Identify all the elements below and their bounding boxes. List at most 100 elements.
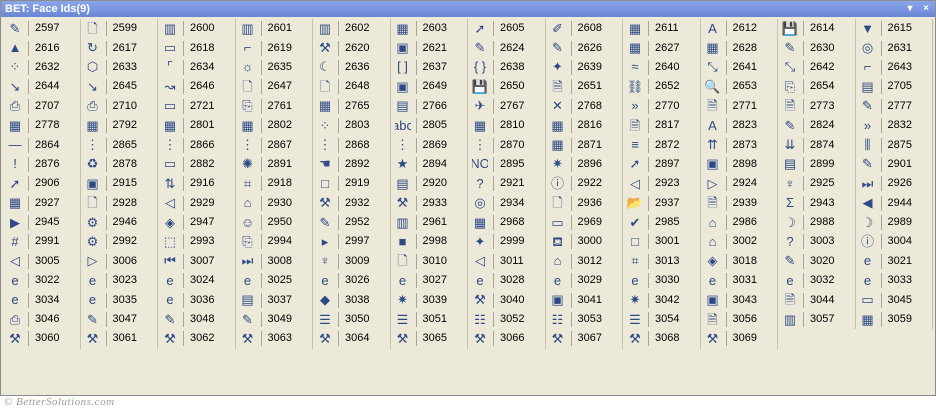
face-id-button[interactable]: ▥ (236, 19, 260, 38)
face-id-button[interactable]: 🗎 (701, 310, 725, 329)
face-id-button[interactable]: ⚒ (623, 329, 647, 348)
face-id-button[interactable]: ⓘ (546, 174, 570, 193)
face-id-button[interactable]: ⚒ (391, 194, 415, 213)
face-id-button[interactable]: □ (313, 174, 337, 193)
face-id-button[interactable]: # (3, 232, 27, 251)
face-id-button[interactable]: ⚒ (701, 329, 725, 348)
face-id-button[interactable]: ➚ (623, 155, 647, 174)
face-id-button[interactable]: ▦ (701, 39, 725, 58)
face-id-button[interactable]: ◈ (701, 252, 725, 271)
face-id-button[interactable]: ⌗ (623, 252, 647, 271)
face-id-button[interactable]: ✷ (546, 155, 570, 174)
face-id-button[interactable]: ☽ (856, 213, 880, 232)
face-id-button[interactable]: ≡ (623, 136, 647, 155)
face-id-button[interactable]: ▶ (3, 213, 27, 232)
face-id-button[interactable]: ☾ (313, 58, 337, 77)
title-bar[interactable]: BET: Face Ids(9) ▾ × (1, 1, 935, 17)
face-id-button[interactable]: ☷ (546, 310, 570, 329)
face-id-button[interactable]: ▦ (546, 136, 570, 155)
face-id-button[interactable]: ? (468, 174, 492, 193)
face-id-button[interactable]: ✎ (3, 19, 27, 38)
face-id-button[interactable]: ◀ (856, 194, 880, 213)
face-id-button[interactable]: ▭ (546, 213, 570, 232)
face-id-button[interactable]: ➚ (468, 19, 492, 38)
face-id-button[interactable]: ⌜ (158, 58, 182, 77)
face-id-button[interactable]: ▤ (856, 77, 880, 96)
face-id-button[interactable]: ⌂ (236, 194, 260, 213)
face-id-button[interactable]: ▣ (701, 155, 725, 174)
face-id-button[interactable]: A (701, 19, 725, 38)
face-id-button[interactable]: e (778, 271, 802, 290)
face-id-button[interactable]: [ ] (391, 58, 415, 77)
face-id-button[interactable]: ◁ (158, 194, 182, 213)
face-id-button[interactable]: 🔍 (701, 77, 725, 96)
face-id-button[interactable]: e (546, 271, 570, 290)
face-id-button[interactable]: ⎘ (236, 232, 260, 251)
menu-dropdown-icon[interactable]: ▾ (904, 1, 916, 17)
face-id-button[interactable]: ▭ (158, 97, 182, 116)
face-id-button[interactable]: e (236, 271, 260, 290)
face-id-button[interactable]: ⌂ (701, 232, 725, 251)
face-id-button[interactable]: ↻ (81, 39, 105, 58)
face-id-button[interactable]: ⬡ (81, 58, 105, 77)
face-id-button[interactable]: □ (623, 232, 647, 251)
face-id-button[interactable]: ⬚ (158, 232, 182, 251)
face-id-button[interactable]: e (3, 271, 27, 290)
face-id-button[interactable]: ⚒ (313, 194, 337, 213)
face-id-button[interactable]: ⋮ (158, 136, 182, 155)
face-id-button[interactable]: ⌂ (546, 252, 570, 271)
face-id-button[interactable]: ▦ (623, 19, 647, 38)
face-id-button[interactable]: ✎ (236, 310, 260, 329)
face-id-button[interactable]: ▼ (856, 19, 880, 38)
face-id-button[interactable]: ▥ (778, 310, 802, 329)
face-id-button[interactable]: ⏭ (236, 252, 260, 271)
face-id-button[interactable]: ⚒ (81, 329, 105, 348)
face-id-button[interactable]: ▷ (701, 174, 725, 193)
face-id-button[interactable]: ? (778, 232, 802, 251)
face-id-button[interactable]: ▤ (391, 97, 415, 116)
face-id-button[interactable]: ↝ (158, 77, 182, 96)
face-id-button[interactable]: ✔ (623, 213, 647, 232)
face-id-button[interactable]: ▲ (3, 39, 27, 58)
face-id-button[interactable]: ⎙ (81, 97, 105, 116)
face-id-button[interactable]: ☚ (313, 155, 337, 174)
face-id-button[interactable]: ⚒ (3, 329, 27, 348)
face-id-button[interactable]: ⤡ (701, 58, 725, 77)
face-id-button[interactable]: e (81, 271, 105, 290)
face-id-button[interactable]: ♆ (313, 252, 337, 271)
face-id-button[interactable]: ▦ (546, 116, 570, 135)
face-id-button[interactable]: ⌗ (236, 174, 260, 193)
face-id-button[interactable]: ▦ (856, 310, 880, 329)
face-id-button[interactable]: 🗎 (546, 77, 570, 96)
face-id-button[interactable]: ▤ (778, 155, 802, 174)
face-id-button[interactable]: ✺ (236, 155, 260, 174)
face-id-button[interactable]: ⎙ (3, 310, 27, 329)
face-id-button[interactable]: ◎ (856, 39, 880, 58)
face-id-button[interactable]: ▣ (391, 77, 415, 96)
face-id-button[interactable]: e (856, 271, 880, 290)
face-id-button[interactable]: ⚒ (391, 329, 415, 348)
face-id-button[interactable]: ⋮ (236, 136, 260, 155)
face-id-button[interactable]: ◁ (468, 252, 492, 271)
face-id-button[interactable]: 🗋 (391, 252, 415, 271)
face-id-button[interactable]: 🗎 (778, 291, 802, 310)
face-id-button[interactable]: ☰ (623, 310, 647, 329)
face-id-button[interactable]: ▦ (468, 213, 492, 232)
face-id-button[interactable]: ✎ (856, 155, 880, 174)
face-id-button[interactable]: ✎ (313, 213, 337, 232)
face-id-button[interactable]: ⏮ (158, 252, 182, 271)
face-id-button[interactable]: ▥ (313, 19, 337, 38)
face-id-button[interactable]: ◆ (313, 291, 337, 310)
face-id-button[interactable]: ▦ (3, 116, 27, 135)
face-id-button[interactable]: ⚒ (468, 329, 492, 348)
face-id-button[interactable]: e (701, 271, 725, 290)
face-id-button[interactable]: 🗎 (701, 194, 725, 213)
close-icon[interactable]: × (920, 1, 932, 17)
face-id-button[interactable]: ⌐ (236, 39, 260, 58)
face-id-button[interactable]: ▥ (158, 19, 182, 38)
face-id-button[interactable]: NO (468, 155, 492, 174)
face-id-button[interactable]: ☷ (468, 310, 492, 329)
face-id-button[interactable]: ▦ (3, 194, 27, 213)
face-id-button[interactable]: ⇊ (778, 136, 802, 155)
face-id-button[interactable]: ⇈ (701, 136, 725, 155)
